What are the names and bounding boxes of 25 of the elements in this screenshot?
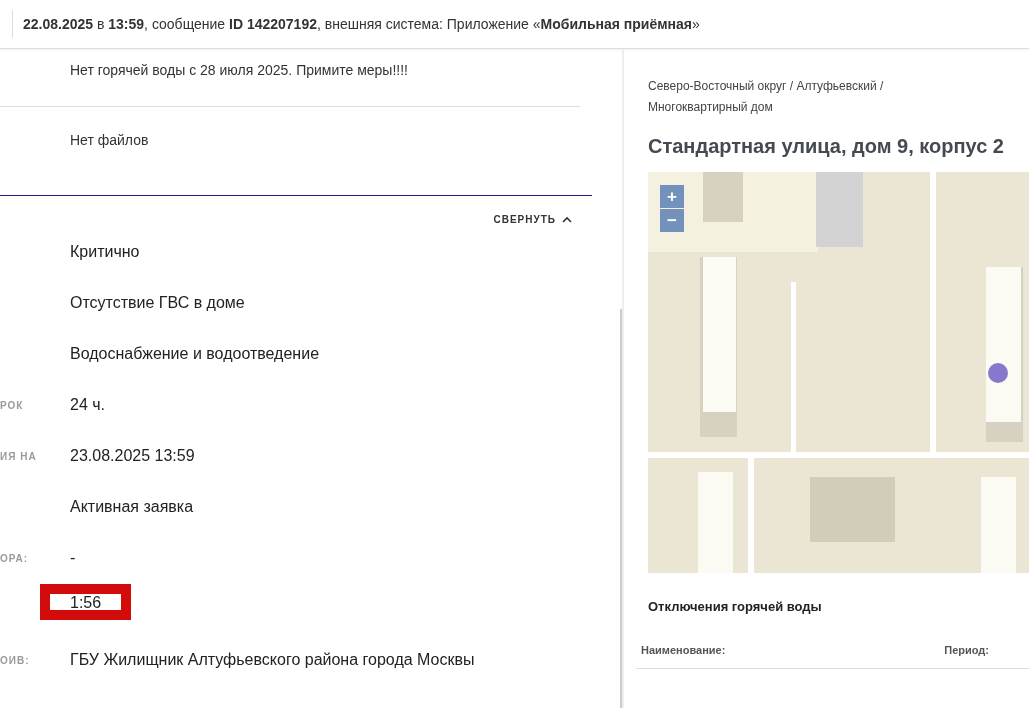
field-value: Критично bbox=[70, 243, 140, 260]
field-label: ИЯ НА bbox=[0, 451, 37, 462]
field-value: 1:56 bbox=[70, 594, 102, 611]
field-value: Водоснабжение и водоотведение bbox=[70, 345, 320, 362]
caret-icon bbox=[562, 216, 572, 223]
field-label: ОРА: bbox=[0, 553, 29, 564]
field-value: Активная заявка bbox=[70, 498, 194, 515]
section-title: Отключения горячей воды bbox=[648, 599, 823, 614]
zoom-in-button[interactable]: + bbox=[660, 185, 684, 208]
address-title: Стандартная улица, дом 9, корпус 2 bbox=[648, 135, 1005, 158]
field-value: ГБУ Жилищник Алтуфьевского района города Москвы bbox=[70, 651, 475, 668]
field-value: 24 ч. bbox=[70, 396, 106, 413]
field-label: РОК bbox=[0, 400, 24, 411]
field-value: - bbox=[70, 549, 76, 566]
field-value: Отсутствие ГВС в доме bbox=[70, 294, 245, 311]
column-header: Период: bbox=[944, 644, 989, 656]
zoom-out-button[interactable]: − bbox=[660, 209, 684, 232]
collapse-button[interactable]: СВЕРНУТЬ bbox=[485, 210, 580, 229]
field-label: ОИВ: bbox=[0, 655, 30, 666]
message-info: 22.08.2025 в 13:59, сообщение ID 142207192, внешняя система: Приложение «Мобильная приёмная» bbox=[12, 10, 700, 38]
field-value: 23.08.2025 13:59 bbox=[70, 447, 195, 464]
column-header: Наименование: bbox=[641, 644, 726, 656]
message-text: Нет горячей воды с 28 июля 2025. Примите меры!!!! bbox=[70, 62, 408, 78]
files-text: Нет файлов bbox=[70, 132, 149, 148]
breadcrumb: Северо-Восточный округ / Алтуфьевский / Многоквартирный дом bbox=[648, 78, 885, 116]
